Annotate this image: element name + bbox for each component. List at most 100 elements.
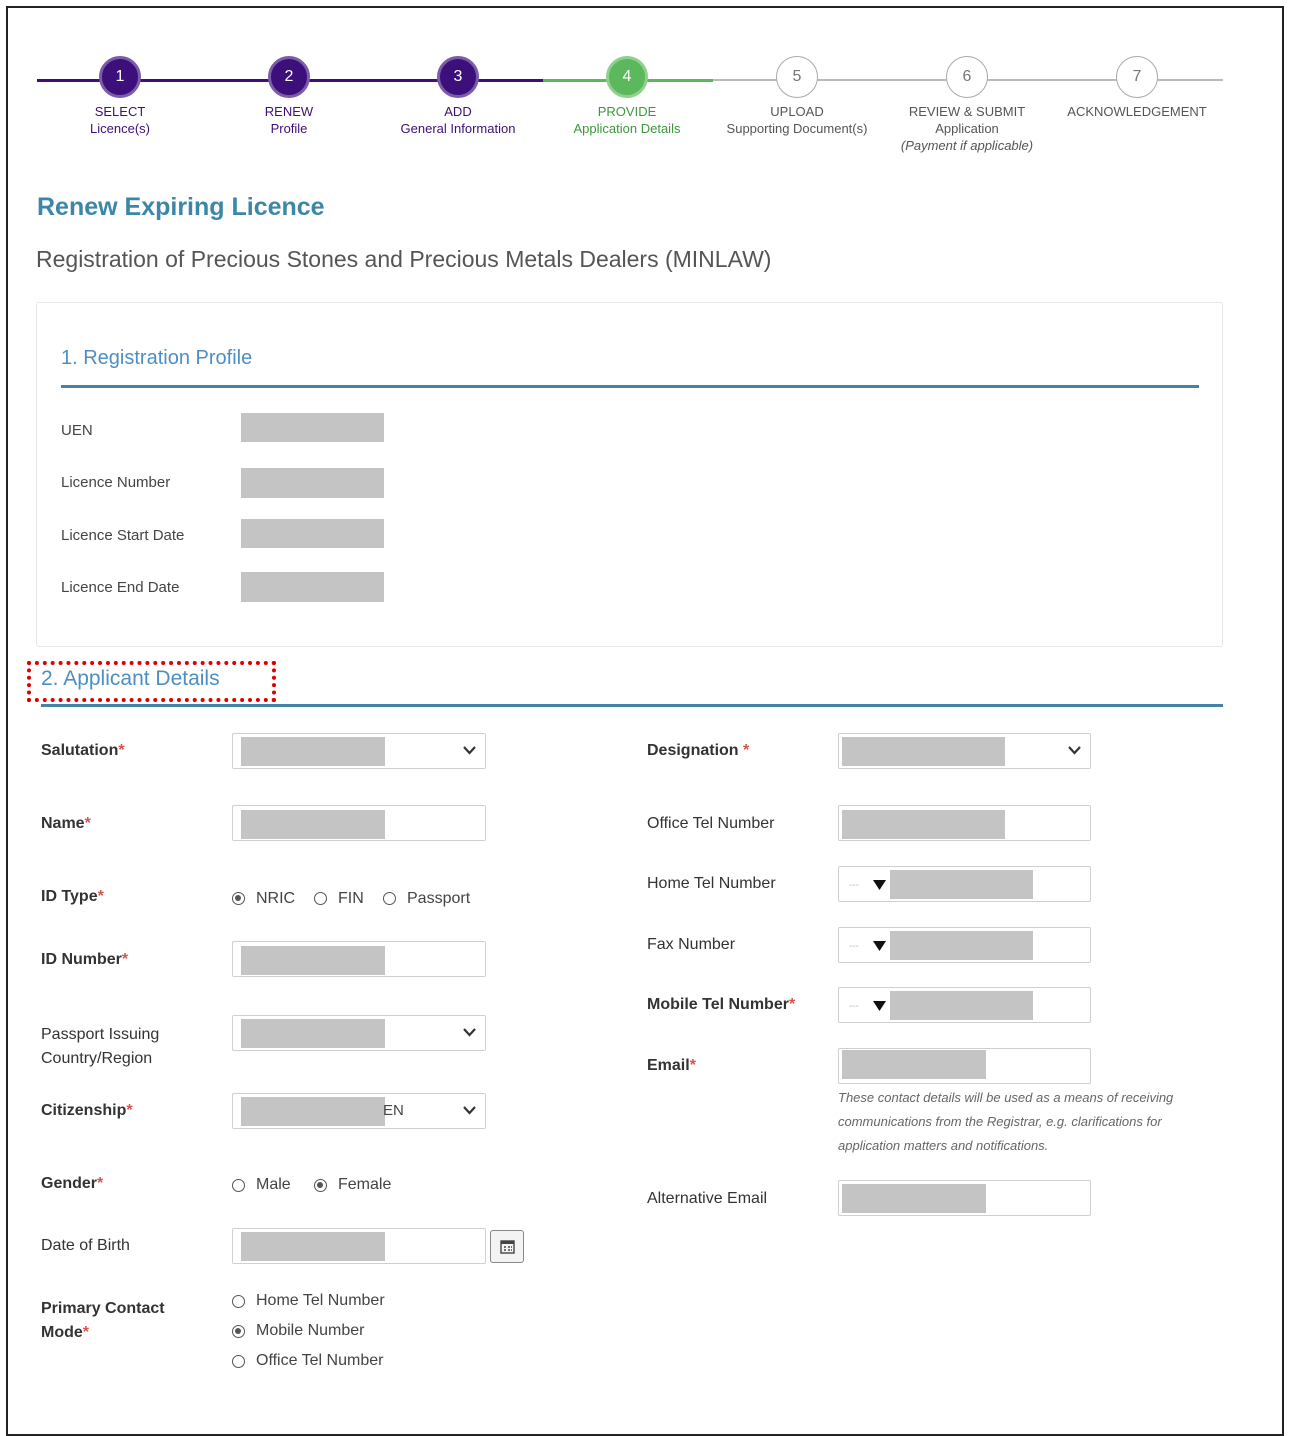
name-input[interactable] xyxy=(232,805,486,841)
id-type-fin-radio[interactable] xyxy=(314,892,327,905)
caret-down-icon[interactable] xyxy=(873,877,886,893)
step-4-circle: 4 xyxy=(606,56,648,98)
fax-value-redacted xyxy=(890,931,1033,960)
chevron-down-icon xyxy=(463,1024,476,1040)
salutation-select[interactable] xyxy=(232,733,486,769)
required-mark: * xyxy=(84,815,91,832)
passport-country-label-line1: Passport Issuing xyxy=(41,1026,160,1043)
uen-label: UEN xyxy=(61,422,93,439)
mobile-tel-code-placeholder: --- xyxy=(849,1001,859,1012)
step-1-line1: SELECT xyxy=(94,104,146,119)
step-5-circle: 5 xyxy=(776,56,818,98)
primary-contact-mobile-label: Mobile Number xyxy=(256,1322,365,1339)
designation-value-redacted xyxy=(842,737,1005,766)
page-subtitle: Registration of Precious Stones and Prec… xyxy=(36,246,772,272)
caret-down-icon[interactable] xyxy=(873,938,886,954)
name-label-text: Name xyxy=(41,815,85,832)
alt-email-value-redacted xyxy=(842,1184,986,1213)
step-5-label: UPLOAD Supporting Document(s) xyxy=(707,103,887,137)
dob-input[interactable] xyxy=(232,1228,486,1264)
passport-country-label-line2: Country/Region xyxy=(41,1050,153,1067)
licence-end-date-label: Licence End Date xyxy=(61,579,180,596)
primary-contact-office-radio[interactable] xyxy=(232,1355,245,1368)
step-7-circle: 7 xyxy=(1116,56,1158,98)
highlight-box xyxy=(27,661,276,702)
email-value-redacted xyxy=(842,1050,986,1079)
id-number-input[interactable] xyxy=(232,941,486,977)
licence-start-date-value-redacted xyxy=(241,519,384,548)
gender-label-text: Gender xyxy=(41,1175,98,1192)
home-tel-label: Home Tel Number xyxy=(647,875,776,892)
home-tel-input[interactable]: --- xyxy=(838,866,1091,902)
salutation-label: Salutation* xyxy=(41,742,125,760)
step-6-line2: Application xyxy=(935,121,999,136)
id-number-label-text: ID Number xyxy=(41,951,122,968)
passport-country-value-redacted xyxy=(241,1019,385,1048)
gender-male-radio[interactable] xyxy=(232,1179,245,1192)
gender-female-radio[interactable] xyxy=(314,1179,327,1192)
id-number-value-redacted xyxy=(241,946,385,975)
step-6-circle: 6 xyxy=(946,56,988,98)
step-3-line1: ADD xyxy=(444,104,472,119)
step-3-circle: 3 xyxy=(437,56,479,98)
office-tel-input[interactable] xyxy=(838,805,1091,841)
step-2-label: RENEW Profile xyxy=(199,103,379,137)
primary-contact-home-label: Home Tel Number xyxy=(256,1292,385,1309)
name-label: Name* xyxy=(41,815,91,833)
citizenship-label-text: Citizenship xyxy=(41,1102,127,1119)
citizenship-value-tail: EN xyxy=(383,1102,404,1119)
caret-down-icon[interactable] xyxy=(873,998,886,1014)
required-mark: * xyxy=(788,996,796,1013)
passport-country-select[interactable] xyxy=(232,1015,486,1051)
id-type-label: ID Type* xyxy=(41,888,104,906)
dob-value-redacted xyxy=(241,1232,385,1261)
required-mark: * xyxy=(97,888,104,905)
step-3-label: ADD General Information xyxy=(368,103,548,137)
step-5-line2: Supporting Document(s) xyxy=(726,121,868,136)
step-6-line3: (Payment if applicable) xyxy=(900,138,1034,153)
step-3-line2: General Information xyxy=(400,121,516,136)
chevron-down-icon xyxy=(1068,742,1081,758)
designation-label: Designation * xyxy=(647,742,749,760)
mobile-tel-label-text: Mobile Tel Number xyxy=(647,996,789,1013)
licence-number-label: Licence Number xyxy=(61,474,171,491)
name-value-redacted xyxy=(241,810,385,839)
step-6-label: REVIEW & SUBMIT Application (Payment if … xyxy=(877,103,1057,154)
mobile-tel-input[interactable]: --- xyxy=(838,987,1091,1023)
primary-contact-mobile-radio[interactable] xyxy=(232,1325,245,1338)
email-input[interactable] xyxy=(838,1048,1091,1084)
id-type-passport-radio[interactable] xyxy=(383,892,396,905)
required-mark: * xyxy=(118,742,125,759)
step-1-label: SELECT Licence(s) xyxy=(30,103,210,137)
chevron-down-icon xyxy=(463,1102,476,1118)
fax-code-placeholder: --- xyxy=(849,941,859,952)
id-number-label: ID Number* xyxy=(41,951,128,969)
required-mark: * xyxy=(97,1175,104,1192)
step-4-line2: Application Details xyxy=(573,121,681,136)
licence-end-date-value-redacted xyxy=(241,572,384,602)
office-tel-value-redacted xyxy=(842,810,1005,839)
alt-email-input[interactable] xyxy=(838,1180,1091,1216)
primary-contact-home-radio[interactable] xyxy=(232,1295,245,1308)
office-tel-label: Office Tel Number xyxy=(647,815,775,832)
registration-profile-heading: 1. Registration Profile xyxy=(61,347,253,369)
step-7-line1: ACKNOWLEDGEMENT xyxy=(1067,104,1207,119)
designation-label-text: Designation xyxy=(647,742,739,759)
id-type-nric-radio[interactable] xyxy=(232,892,245,905)
step-2-line1: RENEW xyxy=(264,104,314,119)
step-1-circle: 1 xyxy=(99,56,141,98)
id-type-nric-label: NRIC xyxy=(256,890,296,907)
step-6-line1: REVIEW & SUBMIT xyxy=(908,104,1026,119)
licence-start-date-label: Licence Start Date xyxy=(61,527,185,544)
citizenship-select[interactable]: EN xyxy=(232,1093,486,1129)
calendar-button[interactable] xyxy=(490,1230,524,1263)
step-2-line2: Profile xyxy=(270,121,308,136)
citizenship-value-redacted xyxy=(241,1097,385,1126)
mobile-tel-value-redacted xyxy=(890,991,1033,1020)
email-label-text: Email xyxy=(647,1057,690,1074)
gender-male-label: Male xyxy=(256,1176,291,1193)
email-label: Email* xyxy=(647,1057,696,1075)
designation-select[interactable] xyxy=(838,733,1091,769)
fax-input[interactable]: --- xyxy=(838,927,1091,963)
required-mark: * xyxy=(743,742,750,759)
